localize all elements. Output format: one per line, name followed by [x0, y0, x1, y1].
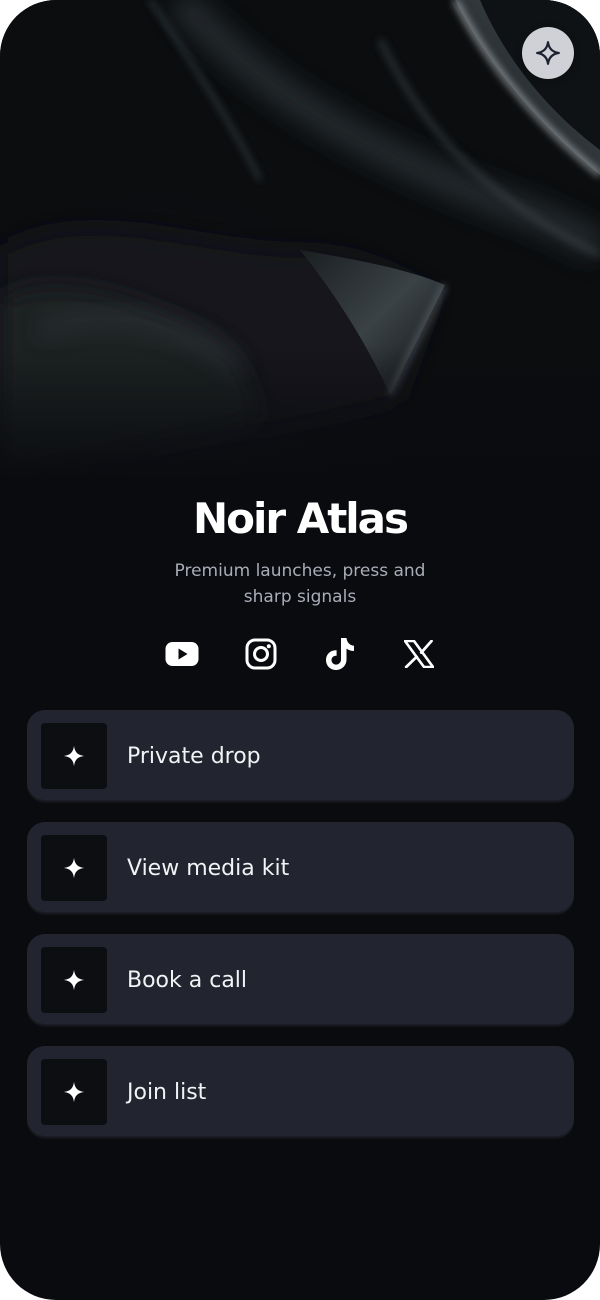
sparkle-button[interactable]: [522, 27, 574, 79]
profile-bio: Premium launches, press and sharp signal…: [174, 561, 426, 607]
link-label: View media kit: [127, 855, 290, 881]
youtube-icon: [165, 642, 198, 666]
link-label: Private drop: [127, 743, 261, 769]
sparkle-icon: [63, 857, 85, 879]
link-icon-tile: [41, 835, 107, 901]
link-icon-tile: [41, 723, 107, 789]
sparkle-icon: [63, 745, 85, 767]
profile-header: Noir Atlas Premium launches, press and s…: [0, 490, 600, 610]
profile-page: Noir Atlas Premium launches, press and s…: [0, 0, 600, 1300]
profile-name: Noir Atlas: [192, 494, 409, 543]
link-view-media-kit[interactable]: View media kit: [27, 822, 574, 914]
social-links: [0, 634, 600, 674]
link-book-a-call[interactable]: Book a call: [27, 934, 574, 1026]
tiktok-link[interactable]: [322, 634, 358, 674]
youtube-link[interactable]: [164, 634, 200, 674]
link-icon-tile: [41, 1059, 107, 1125]
x-link[interactable]: [401, 634, 437, 674]
link-private-drop[interactable]: Private drop: [27, 710, 574, 802]
link-list: Private drop View media kit Book a call: [27, 710, 574, 1158]
sparkle-icon: [536, 41, 560, 65]
hero-image: [0, 0, 600, 480]
sparkle-icon: [63, 1081, 85, 1103]
instagram-icon: [245, 638, 276, 670]
x-icon: [403, 640, 434, 668]
link-join-list[interactable]: Join list: [27, 1046, 574, 1138]
link-label: Book a call: [127, 967, 248, 993]
instagram-link[interactable]: [243, 634, 279, 674]
link-icon-tile: [41, 947, 107, 1013]
tiktok-icon: [325, 638, 354, 670]
link-label: Join list: [127, 1079, 207, 1105]
sparkle-icon: [63, 969, 85, 991]
